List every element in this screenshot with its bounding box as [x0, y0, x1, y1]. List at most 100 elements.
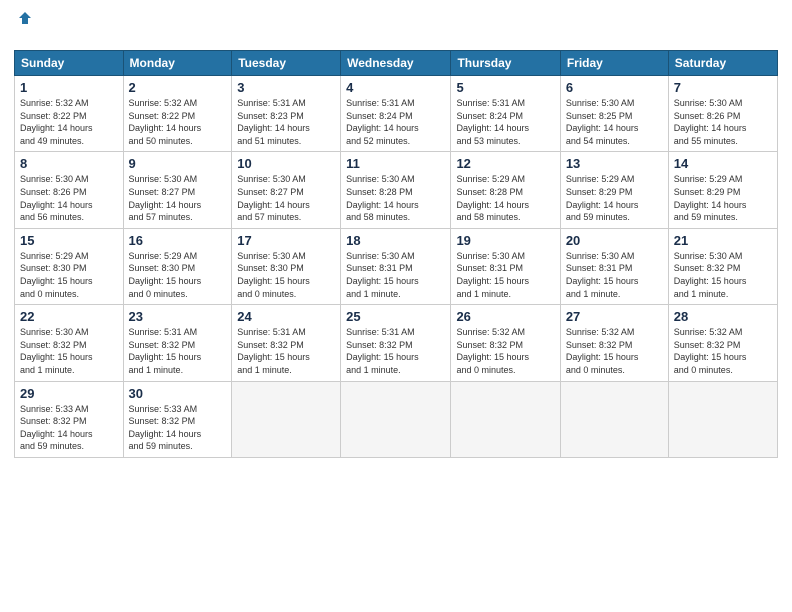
day-number: 5	[456, 80, 554, 95]
day-number: 7	[674, 80, 772, 95]
day-cell: 25 Sunrise: 5:31 AM Sunset: 8:32 PM Dayli…	[341, 305, 451, 381]
day-cell: 9 Sunrise: 5:30 AM Sunset: 8:27 PM Daylig…	[123, 152, 232, 228]
day-info: Sunrise: 5:30 AM Sunset: 8:30 PM Dayligh…	[237, 250, 335, 300]
day-cell	[668, 381, 777, 457]
day-cell: 19Sunrise: 5:30 AM Sunset: 8:31 PM Dayli…	[451, 228, 560, 304]
day-info: Sunrise: 5:30 AM Sunset: 8:25 PM Dayligh…	[566, 97, 663, 147]
day-info: Sunrise: 5:32 AM Sunset: 8:22 PM Dayligh…	[20, 97, 118, 147]
header-friday: Friday	[560, 51, 668, 76]
day-info: Sunrise: 5:29 AM Sunset: 8:30 PM Dayligh…	[129, 250, 227, 300]
day-number: 21	[674, 233, 772, 248]
header-sunday: Sunday	[15, 51, 124, 76]
day-cell: 30Sunrise: 5:33 AM Sunset: 8:32 PM Dayli…	[123, 381, 232, 457]
day-cell: 7 Sunrise: 5:30 AM Sunset: 8:26 PM Daylig…	[668, 76, 777, 152]
day-cell: 29 Sunrise: 5:33 AM Sunset: 8:32 PM Dayli…	[15, 381, 124, 457]
day-cell: 8 Sunrise: 5:30 AM Sunset: 8:26 PM Daylig…	[15, 152, 124, 228]
day-number: 26	[456, 309, 554, 324]
day-cell: 13 Sunrise: 5:29 AM Sunset: 8:29 PM Dayli…	[560, 152, 668, 228]
day-cell: 26 Sunrise: 5:32 AM Sunset: 8:32 PM Dayli…	[451, 305, 560, 381]
week-row-1: 1 Sunrise: 5:32 AM Sunset: 8:22 PM Daylig…	[15, 76, 778, 152]
day-info: Sunrise: 5:31 AM Sunset: 8:23 PM Dayligh…	[237, 97, 335, 147]
day-cell: 14 Sunrise: 5:29 AM Sunset: 8:29 PM Dayli…	[668, 152, 777, 228]
day-info: Sunrise: 5:31 AM Sunset: 8:32 PM Dayligh…	[237, 326, 335, 376]
day-number: 24	[237, 309, 335, 324]
day-number: 23	[129, 309, 227, 324]
day-cell: 23 Sunrise: 5:31 AM Sunset: 8:32 PM Dayli…	[123, 305, 232, 381]
day-info: Sunrise: 5:32 AM Sunset: 8:32 PM Dayligh…	[566, 326, 663, 376]
day-info: Sunrise: 5:33 AM Sunset: 8:32 PM Dayligh…	[129, 403, 227, 453]
calendar-page: SundayMondayTuesdayWednesdayThursdayFrid…	[0, 0, 792, 612]
header-thursday: Thursday	[451, 51, 560, 76]
day-info: Sunrise: 5:30 AM Sunset: 8:32 PM Dayligh…	[20, 326, 118, 376]
day-number: 18	[346, 233, 445, 248]
day-number: 11	[346, 156, 445, 171]
day-info: Sunrise: 5:29 AM Sunset: 8:29 PM Dayligh…	[674, 173, 772, 223]
day-number: 8	[20, 156, 118, 171]
day-cell: 1 Sunrise: 5:32 AM Sunset: 8:22 PM Daylig…	[15, 76, 124, 152]
day-cell: 5 Sunrise: 5:31 AM Sunset: 8:24 PM Daylig…	[451, 76, 560, 152]
day-number: 1	[20, 80, 118, 95]
day-info: Sunrise: 5:29 AM Sunset: 8:30 PM Dayligh…	[20, 250, 118, 300]
header-tuesday: Tuesday	[232, 51, 341, 76]
day-info: Sunrise: 5:33 AM Sunset: 8:32 PM Dayligh…	[20, 403, 118, 453]
day-info: Sunrise: 5:30 AM Sunset: 8:32 PM Dayligh…	[674, 250, 772, 300]
day-cell: 3 Sunrise: 5:31 AM Sunset: 8:23 PM Daylig…	[232, 76, 341, 152]
day-cell: 6 Sunrise: 5:30 AM Sunset: 8:25 PM Daylig…	[560, 76, 668, 152]
day-info: Sunrise: 5:29 AM Sunset: 8:28 PM Dayligh…	[456, 173, 554, 223]
day-cell: 11 Sunrise: 5:30 AM Sunset: 8:28 PM Dayli…	[341, 152, 451, 228]
day-info: Sunrise: 5:31 AM Sunset: 8:24 PM Dayligh…	[456, 97, 554, 147]
day-info: Sunrise: 5:30 AM Sunset: 8:26 PM Dayligh…	[20, 173, 118, 223]
day-number: 13	[566, 156, 663, 171]
day-number: 20	[566, 233, 663, 248]
day-number: 27	[566, 309, 663, 324]
day-cell: 18 Sunrise: 5:30 AM Sunset: 8:31 PM Dayli…	[341, 228, 451, 304]
week-row-3: 15 Sunrise: 5:29 AM Sunset: 8:30 PM Dayli…	[15, 228, 778, 304]
day-number: 25	[346, 309, 445, 324]
header-wednesday: Wednesday	[341, 51, 451, 76]
day-info: Sunrise: 5:30 AM Sunset: 8:27 PM Dayligh…	[129, 173, 227, 223]
day-cell: 12Sunrise: 5:29 AM Sunset: 8:28 PM Dayli…	[451, 152, 560, 228]
day-info: Sunrise: 5:31 AM Sunset: 8:32 PM Dayligh…	[129, 326, 227, 376]
day-info: Sunrise: 5:30 AM Sunset: 8:31 PM Dayligh…	[346, 250, 445, 300]
day-cell	[451, 381, 560, 457]
logo	[14, 10, 33, 44]
day-number: 22	[20, 309, 118, 324]
day-info: Sunrise: 5:30 AM Sunset: 8:27 PM Dayligh…	[237, 173, 335, 223]
day-number: 3	[237, 80, 335, 95]
day-cell: 27 Sunrise: 5:32 AM Sunset: 8:32 PM Dayli…	[560, 305, 668, 381]
day-info: Sunrise: 5:32 AM Sunset: 8:32 PM Dayligh…	[674, 326, 772, 376]
day-info: Sunrise: 5:31 AM Sunset: 8:32 PM Dayligh…	[346, 326, 445, 376]
day-cell	[341, 381, 451, 457]
day-cell: 4Sunrise: 5:31 AM Sunset: 8:24 PM Daylig…	[341, 76, 451, 152]
week-row-2: 8 Sunrise: 5:30 AM Sunset: 8:26 PM Daylig…	[15, 152, 778, 228]
day-cell: 2Sunrise: 5:32 AM Sunset: 8:22 PM Daylig…	[123, 76, 232, 152]
day-cell: 21 Sunrise: 5:30 AM Sunset: 8:32 PM Dayli…	[668, 228, 777, 304]
day-number: 14	[674, 156, 772, 171]
header-saturday: Saturday	[668, 51, 777, 76]
day-info: Sunrise: 5:30 AM Sunset: 8:28 PM Dayligh…	[346, 173, 445, 223]
logo-icon	[17, 10, 33, 26]
day-info: Sunrise: 5:32 AM Sunset: 8:32 PM Dayligh…	[456, 326, 554, 376]
day-cell: 22 Sunrise: 5:30 AM Sunset: 8:32 PM Dayli…	[15, 305, 124, 381]
day-number: 6	[566, 80, 663, 95]
week-row-5: 29 Sunrise: 5:33 AM Sunset: 8:32 PM Dayli…	[15, 381, 778, 457]
page-header	[14, 10, 778, 44]
day-cell: 17Sunrise: 5:30 AM Sunset: 8:30 PM Dayli…	[232, 228, 341, 304]
day-cell	[232, 381, 341, 457]
day-info: Sunrise: 5:32 AM Sunset: 8:22 PM Dayligh…	[129, 97, 227, 147]
week-row-4: 22 Sunrise: 5:30 AM Sunset: 8:32 PM Dayli…	[15, 305, 778, 381]
calendar-table: SundayMondayTuesdayWednesdayThursdayFrid…	[14, 50, 778, 458]
day-number: 29	[20, 386, 118, 401]
day-cell: 10Sunrise: 5:30 AM Sunset: 8:27 PM Dayli…	[232, 152, 341, 228]
day-cell	[560, 381, 668, 457]
day-number: 15	[20, 233, 118, 248]
day-number: 9	[129, 156, 227, 171]
day-cell: 24 Sunrise: 5:31 AM Sunset: 8:32 PM Dayli…	[232, 305, 341, 381]
day-info: Sunrise: 5:30 AM Sunset: 8:26 PM Dayligh…	[674, 97, 772, 147]
day-cell: 20Sunrise: 5:30 AM Sunset: 8:31 PM Dayli…	[560, 228, 668, 304]
header-monday: Monday	[123, 51, 232, 76]
day-cell: 15 Sunrise: 5:29 AM Sunset: 8:30 PM Dayli…	[15, 228, 124, 304]
day-info: Sunrise: 5:29 AM Sunset: 8:29 PM Dayligh…	[566, 173, 663, 223]
header-row: SundayMondayTuesdayWednesdayThursdayFrid…	[15, 51, 778, 76]
day-number: 28	[674, 309, 772, 324]
